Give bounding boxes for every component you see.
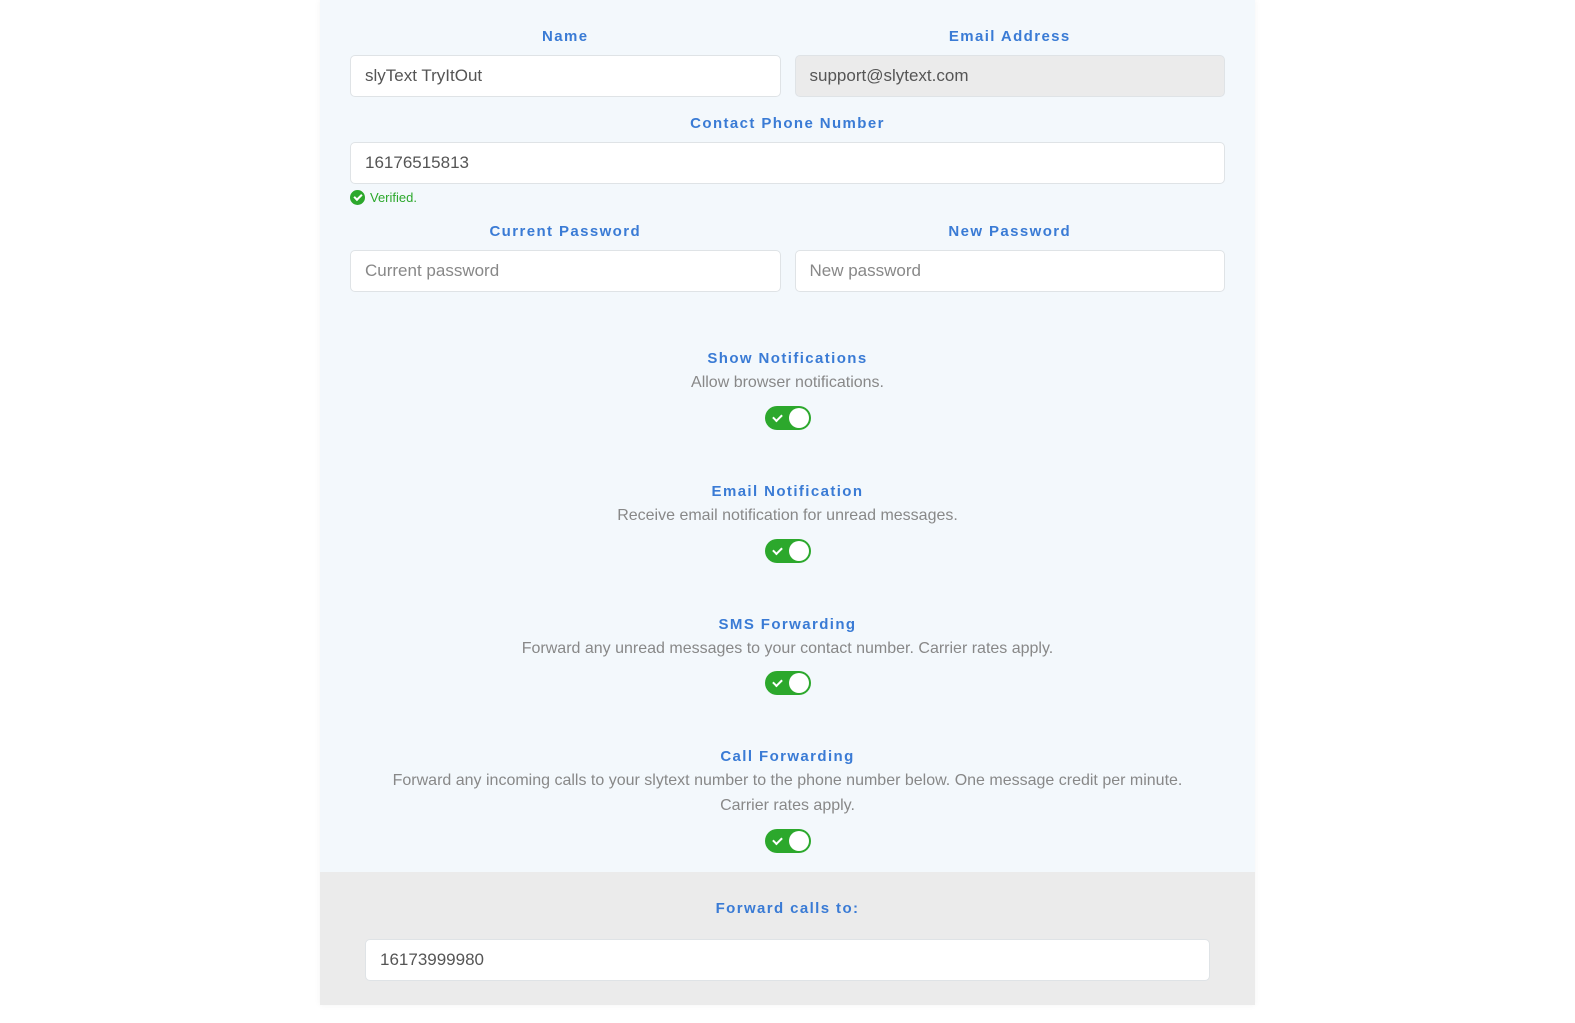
sms-forwarding-label: SMS Forwarding (350, 616, 1225, 633)
show-notifications-desc: Allow browser notifications. (350, 371, 1225, 396)
email-notification-desc: Receive email notification for unread me… (350, 504, 1225, 529)
contact-phone-label: Contact Phone Number (350, 115, 1225, 132)
verified-status: Verified. (350, 190, 1225, 205)
new-password-input[interactable] (795, 250, 1226, 292)
verified-text: Verified. (370, 190, 417, 205)
sms-forwarding-toggle[interactable] (765, 671, 811, 695)
show-notifications-block: Show Notifications Allow browser notific… (350, 350, 1225, 435)
call-forwarding-desc: Forward any incoming calls to your slyte… (350, 769, 1225, 819)
email-notification-block: Email Notification Receive email notific… (350, 483, 1225, 568)
forward-calls-label: Forward calls to: (365, 900, 1210, 917)
sms-forwarding-block: SMS Forwarding Forward any unread messag… (350, 616, 1225, 701)
contact-phone-input[interactable] (350, 142, 1225, 184)
email-label: Email Address (795, 28, 1226, 45)
name-input[interactable] (350, 55, 781, 97)
current-password-label: Current Password (350, 223, 781, 240)
call-forwarding-toggle[interactable] (765, 829, 811, 853)
settings-panel: Name Email Address Contact Phone Number … (320, 0, 1255, 1005)
sms-forwarding-desc: Forward any unread messages to your cont… (350, 637, 1225, 662)
forward-number-input[interactable] (365, 939, 1210, 981)
new-password-label: New Password (795, 223, 1226, 240)
show-notifications-label: Show Notifications (350, 350, 1225, 367)
show-notifications-toggle[interactable] (765, 406, 811, 430)
current-password-input[interactable] (350, 250, 781, 292)
call-forwarding-label: Call Forwarding (350, 748, 1225, 765)
name-label: Name (350, 28, 781, 45)
email-input (795, 55, 1226, 97)
email-notification-toggle[interactable] (765, 539, 811, 563)
forward-calls-panel: Forward calls to: (320, 872, 1255, 1005)
email-notification-label: Email Notification (350, 483, 1225, 500)
check-circle-icon (350, 190, 365, 205)
call-forwarding-block: Call Forwarding Forward any incoming cal… (350, 748, 1225, 858)
